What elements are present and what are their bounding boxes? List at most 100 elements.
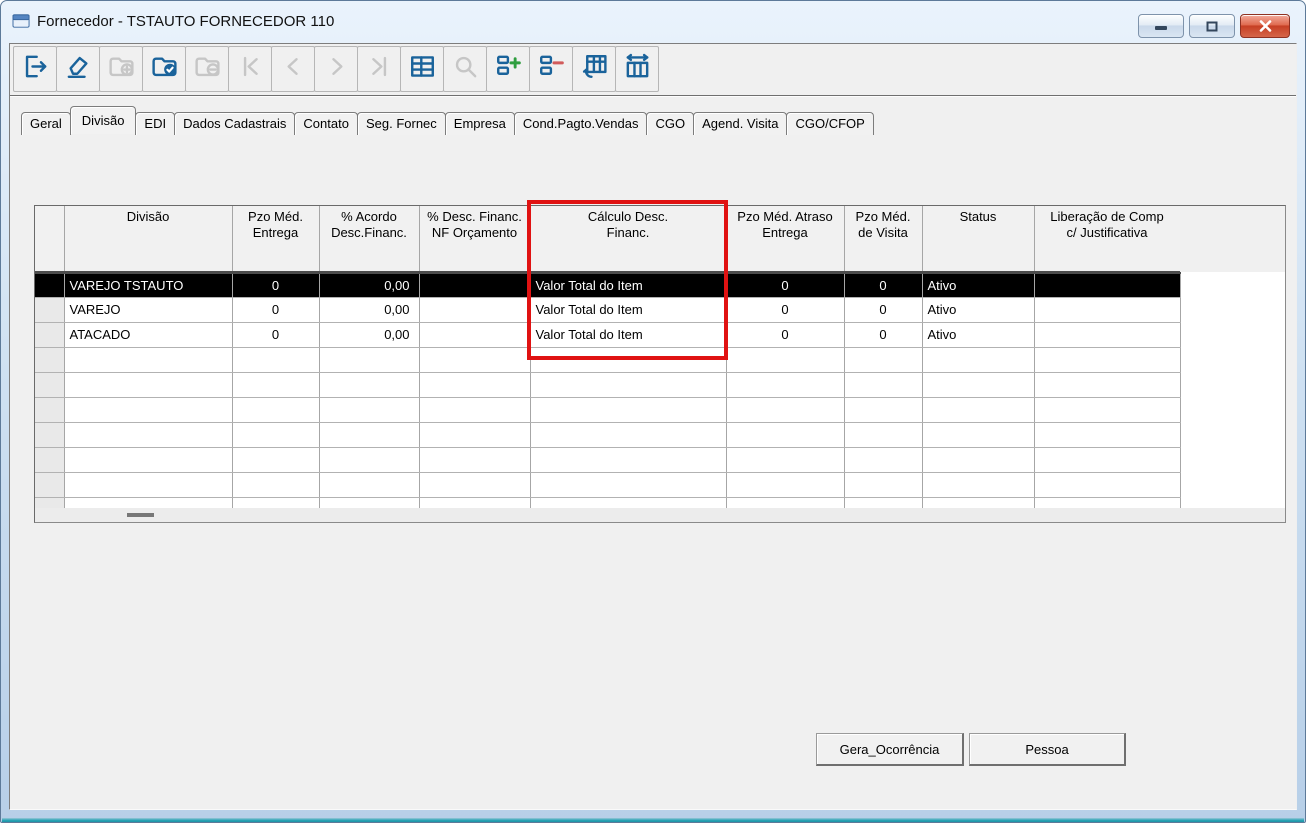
scroll-thumb[interactable] (127, 513, 154, 517)
grid-cell[interactable]: Valor Total do Item (530, 272, 727, 298)
grid-cell[interactable] (232, 472, 320, 498)
grid-cell[interactable] (319, 422, 420, 448)
grid-cell[interactable] (419, 472, 531, 498)
column-header-liberacao-de-comp-c-justificativa[interactable]: Liberação de Comp c/ Justificativa (1034, 206, 1181, 274)
table-row[interactable] (35, 422, 1181, 448)
grid-cell[interactable] (844, 372, 923, 398)
grid-cell[interactable]: 0 (726, 272, 845, 298)
column-header-divisao[interactable]: Divisão (64, 206, 233, 274)
column-header-pzo-med-atraso-entrega[interactable]: Pzo Méd. Atraso Entrega (726, 206, 845, 274)
grid-cell[interactable] (319, 372, 420, 398)
grid-cell[interactable] (319, 347, 420, 373)
grid-cell[interactable] (844, 447, 923, 473)
row-indicator[interactable] (35, 472, 65, 498)
grid-cell[interactable]: Ativo (922, 297, 1035, 323)
grid-cell[interactable]: 0 (726, 297, 845, 323)
grid-cell[interactable] (319, 447, 420, 473)
grid-cell[interactable] (922, 472, 1035, 498)
column-header-status[interactable]: Status (922, 206, 1035, 274)
toolbar-grid-view-button[interactable] (400, 46, 444, 92)
row-indicator[interactable] (35, 322, 65, 348)
grid-cell[interactable] (530, 472, 727, 498)
grid-cell[interactable] (419, 272, 531, 298)
grid-cell[interactable]: Ativo (922, 322, 1035, 348)
grid-cell[interactable]: Ativo (922, 272, 1035, 298)
grid-cell[interactable] (419, 372, 531, 398)
toolbar-clear-button[interactable] (56, 46, 100, 92)
column-header-pzo-med-de-visita[interactable]: Pzo Méd. de Visita (844, 206, 923, 274)
column-header-calculo-desc-financ[interactable]: Cálculo Desc. Financ. (530, 206, 727, 274)
row-indicator[interactable] (35, 422, 65, 448)
grid-cell[interactable] (530, 447, 727, 473)
grid-cell[interactable] (1034, 322, 1181, 348)
grid-cell[interactable] (922, 397, 1035, 423)
grid-cell[interactable] (530, 372, 727, 398)
toolbar-exit-button[interactable] (13, 46, 57, 92)
pessoa-button[interactable]: Pessoa (969, 733, 1126, 766)
grid-cell[interactable]: 0 (232, 322, 320, 348)
toolbar-add-row-button[interactable] (486, 46, 530, 92)
grid-cell[interactable]: VAREJO TSTAUTO (64, 272, 233, 298)
grid-cell[interactable] (844, 472, 923, 498)
grid-cell[interactable] (1034, 397, 1181, 423)
column-header-desc-financ-nf-orcamento[interactable]: % Desc. Financ. NF Orçamento (419, 206, 531, 274)
grid-cell[interactable] (922, 422, 1035, 448)
tab-divisao[interactable]: Divisão (69, 106, 137, 134)
gera-ocorrencia-button[interactable]: Gera_Ocorrência (816, 733, 964, 766)
grid-cell[interactable]: 0,00 (319, 297, 420, 323)
grid-cell[interactable] (844, 497, 923, 508)
tab-geral[interactable]: Geral (21, 112, 71, 135)
grid-cell[interactable]: 0 (726, 322, 845, 348)
grid-cell[interactable]: Valor Total do Item (530, 322, 727, 348)
row-indicator[interactable] (35, 297, 65, 323)
grid-cell[interactable]: 0 (844, 297, 923, 323)
grid-cell[interactable] (232, 422, 320, 448)
grid-cell[interactable] (64, 397, 233, 423)
grid-cell[interactable] (419, 347, 531, 373)
table-row[interactable] (35, 372, 1181, 398)
table-row[interactable] (35, 397, 1181, 423)
grid-cell[interactable] (530, 347, 727, 373)
grid-cell[interactable] (922, 497, 1035, 508)
grid-cell[interactable]: 0 (232, 297, 320, 323)
grid-cell[interactable] (319, 397, 420, 423)
column-header-acordo-desc-financ[interactable]: % Acordo Desc.Financ. (319, 206, 420, 274)
tab-cgo-cfop[interactable]: CGO/CFOP (786, 112, 874, 135)
grid-cell[interactable] (64, 447, 233, 473)
grid-cell[interactable] (64, 422, 233, 448)
grid-cell[interactable] (419, 497, 531, 508)
table-row[interactable]: VAREJO 0 0,00 Valor Total do Item 0 0 Ativo (35, 297, 1181, 323)
row-indicator[interactable] (35, 272, 65, 298)
grid-cell[interactable] (1034, 447, 1181, 473)
column-header-pzo-med-entrega[interactable]: Pzo Méd. Entrega (232, 206, 320, 274)
grid-cell[interactable] (530, 497, 727, 508)
grid-cell[interactable] (1034, 497, 1181, 508)
tab-cond-pagto-vendas[interactable]: Cond.Pagto.Vendas (513, 112, 648, 135)
grid-cell[interactable] (419, 297, 531, 323)
grid-cell[interactable] (530, 422, 727, 448)
grid-cell[interactable] (1034, 297, 1181, 323)
tab-empresa[interactable]: Empresa (444, 112, 515, 135)
row-indicator[interactable] (35, 372, 65, 398)
grid-cell[interactable] (726, 347, 845, 373)
grid-cell[interactable] (844, 347, 923, 373)
maximize-button[interactable] (1189, 14, 1235, 38)
grid-cell[interactable]: 0,00 (319, 322, 420, 348)
grid-cell[interactable] (844, 422, 923, 448)
grid-cell[interactable] (64, 497, 233, 508)
grid-cell[interactable] (726, 397, 845, 423)
grid-cell[interactable]: 0 (232, 272, 320, 298)
table-row[interactable]: ATACADO 0 0,00 Valor Total do Item 0 0 Ativo (35, 322, 1181, 348)
tab-dados-cadastrais[interactable]: Dados Cadastrais (174, 112, 296, 135)
grid-cell[interactable] (319, 497, 420, 508)
row-indicator[interactable] (35, 397, 65, 423)
grid-cell[interactable] (319, 472, 420, 498)
row-indicator[interactable] (35, 447, 65, 473)
grid-cell[interactable] (64, 372, 233, 398)
grid-cell[interactable] (844, 397, 923, 423)
grid-cell[interactable] (232, 447, 320, 473)
grid-cell[interactable] (419, 397, 531, 423)
grid-cell[interactable]: 0,00 (319, 272, 420, 298)
row-indicator[interactable] (35, 347, 65, 373)
grid-cell[interactable] (1034, 472, 1181, 498)
